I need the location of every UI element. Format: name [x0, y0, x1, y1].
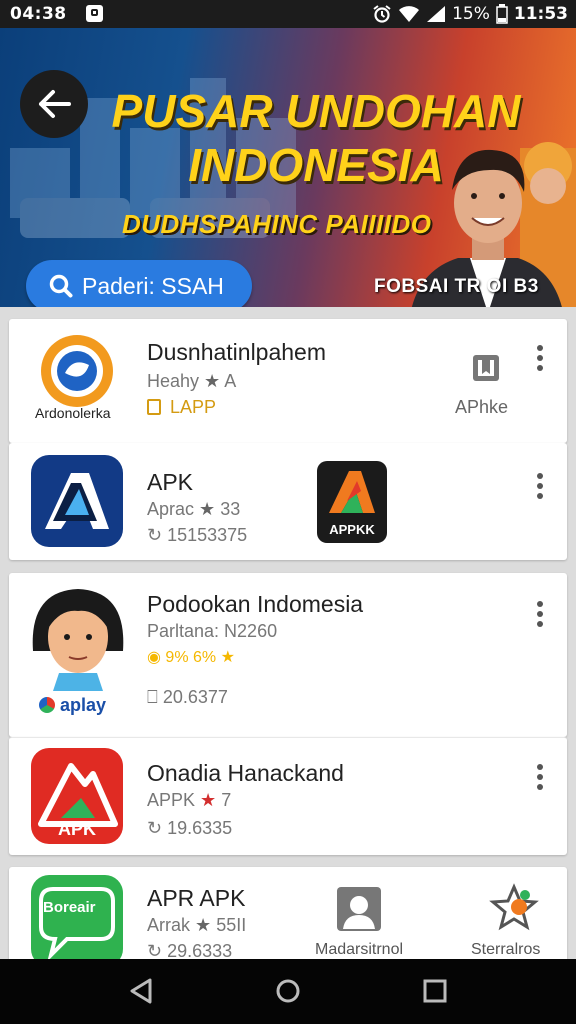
badge-icon	[147, 399, 161, 415]
alarm-icon	[373, 5, 391, 23]
app-list: Ardonolerka Dusnhatinlpahem Heahy ★ A LA…	[0, 307, 576, 967]
app-subtitle: Arrak ★ 55II	[147, 915, 246, 936]
app-downloads: 15153375	[167, 525, 248, 545]
app-logo-icon: APK	[31, 748, 123, 844]
app-name: Onadia Hanackand	[147, 760, 344, 786]
app-developer: Aprac	[147, 499, 195, 519]
app-rating: 7	[221, 790, 232, 810]
banner-subtitle: DUDHSPAHINC PAIIIIDO	[122, 209, 432, 239]
play-logo-icon	[39, 697, 55, 713]
app-logo-icon	[35, 329, 119, 413]
star-icon: ★	[200, 790, 217, 810]
more-options-button[interactable]	[537, 345, 545, 371]
download-icon: ↻	[147, 525, 163, 545]
signal-icon	[427, 6, 446, 22]
battery-icon	[496, 4, 508, 24]
app-card[interactable]: APK Aprac ★ 33 ↻ 15153375 APPKK	[9, 443, 567, 560]
app-card[interactable]: APK Onadia Hanackand APPK ★ 7 ↻ 19.6335	[9, 737, 567, 855]
app-icon-caption: Ardonolerka	[35, 405, 111, 421]
search-pill-button[interactable]: Paderi: SSAH	[26, 260, 252, 307]
app-rating: 33	[220, 499, 241, 519]
system-navigation-bar	[0, 959, 576, 1024]
app-downloads: 29.6333	[167, 941, 233, 961]
app-rating-row: ◉ 9% 6% ★	[147, 647, 235, 667]
app-developer: APPK	[147, 790, 196, 810]
support-agent-icon[interactable]	[335, 885, 383, 933]
nav-home-icon[interactable]	[275, 977, 301, 1005]
featured-app-icon[interactable]: APPKK	[317, 461, 387, 543]
app-icon-text: Boreair	[43, 899, 96, 916]
app-rating: 55II	[216, 915, 247, 935]
app-meta: LAPP	[147, 397, 216, 418]
app-card[interactable]: aplay Podookan Indomesia Parltana: N2260…	[9, 573, 567, 737]
more-options-button[interactable]	[537, 473, 545, 499]
app-icon-text: APK	[57, 819, 96, 839]
nav-back-icon[interactable]	[128, 977, 154, 1005]
arrow-left-icon	[39, 90, 71, 118]
more-options-button[interactable]	[537, 601, 545, 627]
app-logo-icon: Boreair	[31, 875, 123, 967]
app-meta-label: LAPP	[170, 397, 217, 417]
app-name: Podookan Indomesia	[147, 591, 364, 617]
rating-badge-icon: ◉	[147, 649, 161, 666]
side-label: Sterralros	[471, 941, 541, 958]
file-icon: ⎕	[147, 687, 158, 707]
back-button[interactable]	[20, 70, 88, 138]
notification-icon	[86, 5, 103, 22]
app-rating: A	[224, 371, 237, 391]
banner-note: FOBSAI TR OI B3	[374, 276, 539, 297]
app-icon-caption: aplay	[39, 695, 106, 716]
app-name: Dusnhatinlpahem	[147, 339, 327, 365]
star-icon: ★	[204, 371, 221, 391]
app-developer: Heahy	[147, 371, 200, 391]
app-subtitle: Parltana: N2260	[147, 621, 278, 641]
side-label: APhke	[455, 397, 509, 417]
app-meta: ↻ 19.6335	[147, 818, 232, 839]
badge-star-icon[interactable]	[487, 883, 541, 933]
side-label: Madarsitrnol	[315, 941, 404, 958]
app-rating: 9% 6%	[165, 649, 217, 666]
star-icon: ★	[195, 915, 212, 935]
app-downloads: 19.6335	[167, 818, 233, 838]
status-clock: 11:53	[513, 4, 568, 24]
nav-recents-icon[interactable]	[422, 977, 448, 1005]
star-icon: ★	[199, 499, 216, 519]
wifi-icon	[399, 6, 420, 22]
search-pill-label: Paderi: SSAH	[82, 272, 224, 299]
app-name: APK	[147, 469, 194, 495]
promo-banner: PUSAR UNDOHAN INDONESIA DUDHSPAHINC PAII…	[0, 28, 576, 307]
more-options-button[interactable]	[537, 764, 545, 790]
status-time: 04:38	[10, 4, 67, 24]
star-icon: ★	[220, 649, 235, 666]
app-card[interactable]: Ardonolerka Dusnhatinlpahem Heahy ★ A LA…	[9, 319, 567, 443]
app-developer: Arrak	[147, 915, 191, 935]
app-subtitle: APPK ★ 7	[147, 790, 231, 811]
app-subtitle: Heahy ★ A	[147, 371, 236, 392]
status-icons: 15% 11:53	[372, 4, 568, 24]
bookmark-icon[interactable]	[469, 351, 503, 385]
app-card[interactable]: Boreair APR APK Arrak ★ 55II ↻ 29.6333 M…	[9, 867, 567, 967]
app-subtitle: Aprac ★ 33	[147, 499, 240, 520]
status-bar: 04:38 15% 11:53	[0, 0, 576, 28]
app-size: 20.6377	[162, 687, 228, 707]
app-avatar-icon	[29, 581, 127, 691]
app-icon-caption-text: aplay	[60, 695, 107, 715]
app-meta: ↻ 15153375	[147, 525, 247, 546]
download-icon: ↻	[147, 941, 163, 961]
featured-app-label: APPKK	[329, 522, 375, 537]
download-icon: ↻	[147, 818, 163, 838]
search-icon	[49, 274, 73, 298]
app-logo-icon	[31, 455, 123, 547]
battery-percent: 15%	[452, 4, 490, 24]
app-name: APR APK	[147, 885, 246, 911]
app-meta: ⎕ 20.6377	[147, 687, 228, 708]
